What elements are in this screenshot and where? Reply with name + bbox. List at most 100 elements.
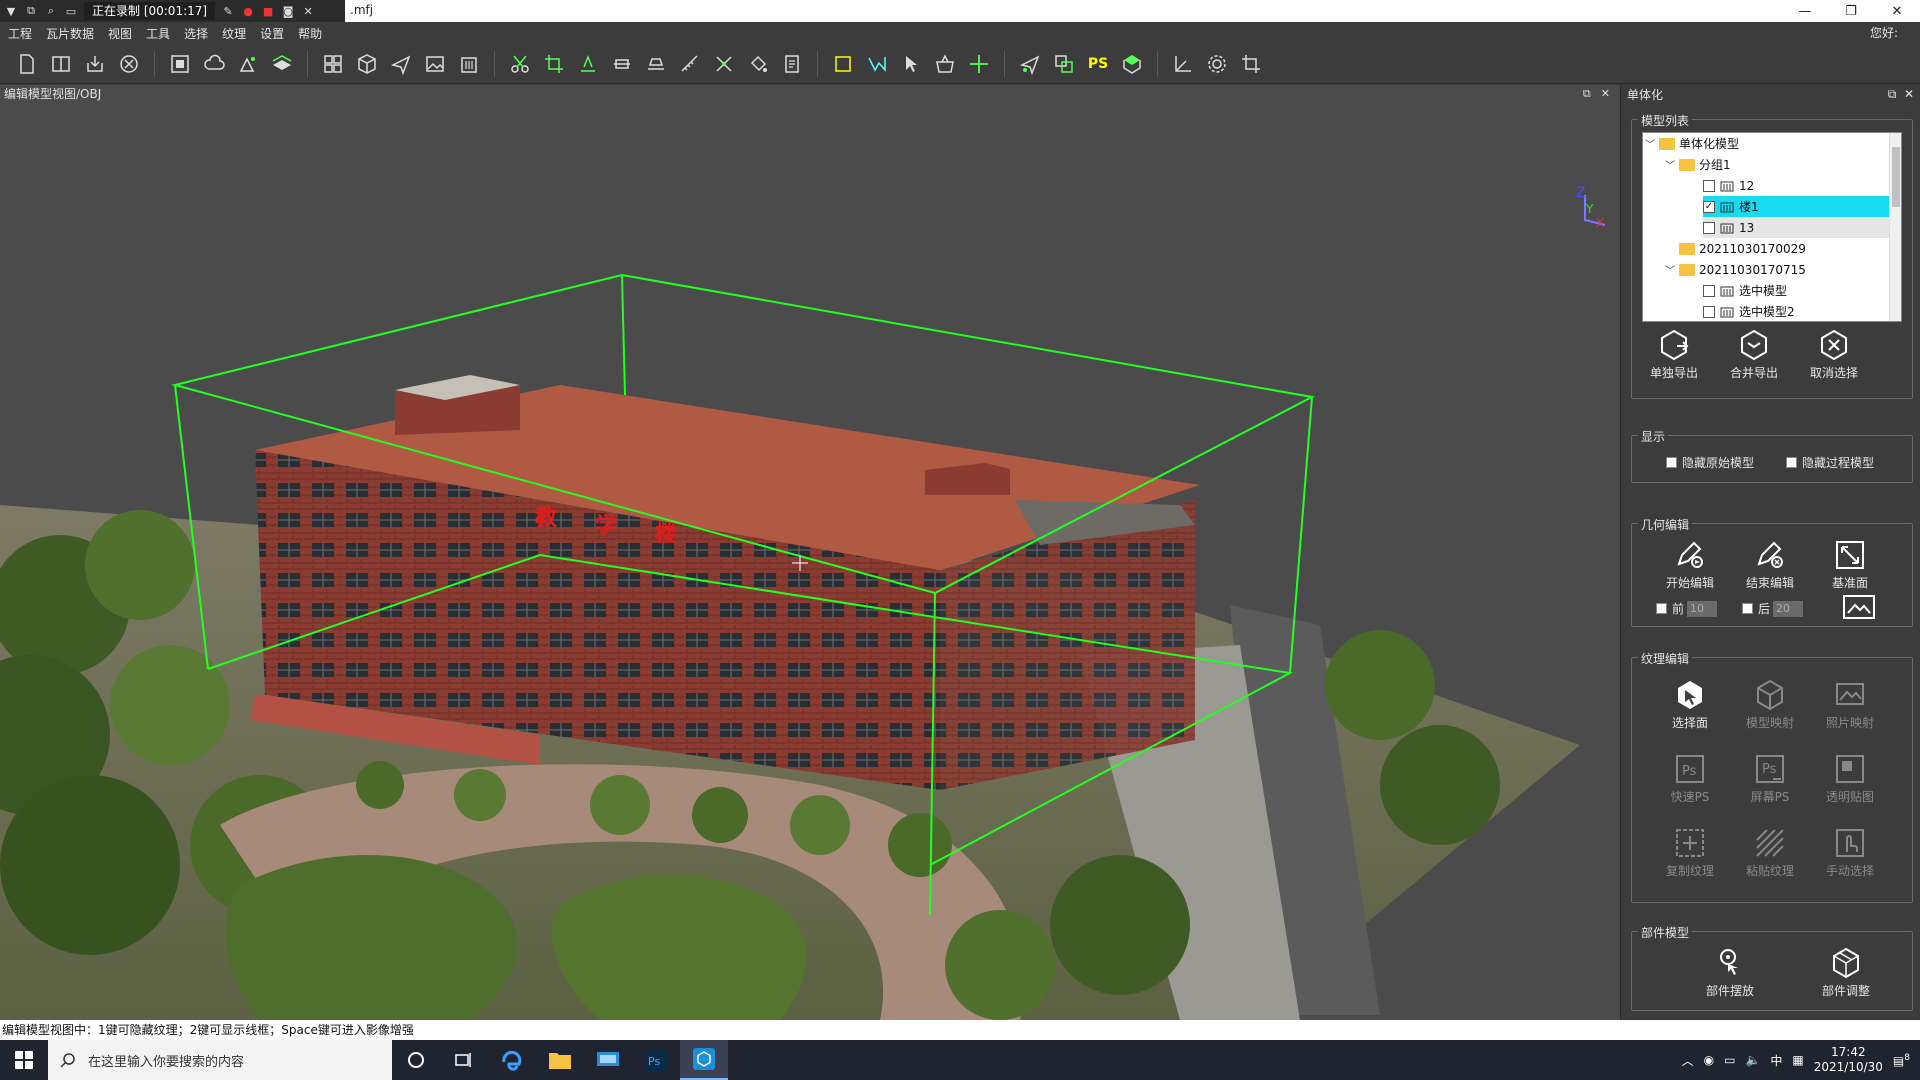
- volume-icon[interactable]: 🔈: [1745, 1053, 1760, 1067]
- front-value-field[interactable]: 10: [1687, 600, 1718, 617]
- cube-icon[interactable]: [352, 49, 382, 79]
- building-icon[interactable]: [454, 49, 484, 79]
- photoshop-app[interactable]: Ps: [632, 1040, 680, 1080]
- model-viewport[interactable]: 教 学 楼 Z Y X 编辑模型视图/OBJ ⧉ ✕: [0, 85, 1620, 1020]
- collapse-icon[interactable]: ﹀: [1645, 136, 1659, 151]
- notification-icon[interactable]: ▤8: [1893, 1053, 1910, 1068]
- menu-project[interactable]: 工程: [8, 25, 32, 42]
- overlap-icon[interactable]: [1049, 49, 1079, 79]
- select-rect-icon[interactable]: [828, 49, 858, 79]
- tree-checkbox[interactable]: [1703, 305, 1715, 318]
- crop-icon[interactable]: [539, 49, 569, 79]
- quick-ps-button[interactable]: Ps 快速PS: [1650, 752, 1730, 805]
- front-offset[interactable]: 前 10: [1656, 600, 1718, 617]
- start-edit-button[interactable]: 开始编辑: [1650, 538, 1730, 591]
- scroll-thumb[interactable]: [1892, 147, 1900, 207]
- checkbox-box[interactable]: [1786, 457, 1797, 468]
- slice-icon[interactable]: [607, 49, 637, 79]
- minimize-button[interactable]: —: [1782, 0, 1828, 22]
- select-poly-icon[interactable]: [862, 49, 892, 79]
- import-icon[interactable]: [80, 49, 110, 79]
- hide-original-model-checkbox[interactable]: 隐藏原始模型: [1666, 454, 1754, 471]
- model-tree[interactable]: ﹀ 单体化模型 ﹀ 分组1 12 ✓ 楼1 13 20211030170029 ﹀ 20…: [1642, 132, 1902, 322]
- menu-settings[interactable]: 设置: [260, 25, 284, 42]
- record-dot-icon[interactable]: ●: [241, 4, 255, 18]
- menu-help[interactable]: 帮助: [298, 25, 322, 42]
- image-enhance-button[interactable]: [1842, 594, 1876, 623]
- tree-node[interactable]: 选中模型2: [1703, 301, 1889, 321]
- paste-texture-button[interactable]: 粘贴纹理: [1730, 826, 1810, 879]
- box-icon[interactable]: [1117, 49, 1147, 79]
- tree-checkbox[interactable]: [1703, 179, 1715, 192]
- task-view-button[interactable]: [440, 1040, 488, 1080]
- hide-process-model-checkbox[interactable]: 隐藏过程模型: [1786, 454, 1874, 471]
- parts-place-button[interactable]: 部件摆放: [1672, 946, 1788, 999]
- edge-app[interactable]: [488, 1040, 536, 1080]
- flatten-icon[interactable]: [641, 49, 671, 79]
- tree-node[interactable]: ﹀ 单体化模型: [1645, 133, 1889, 154]
- scissors-icon[interactable]: [505, 49, 535, 79]
- tree-node[interactable]: 选中模型: [1703, 280, 1889, 301]
- stop-record-icon[interactable]: ■: [261, 4, 275, 18]
- model-mapping-button[interactable]: 模型映射: [1730, 678, 1810, 731]
- document-icon[interactable]: [777, 49, 807, 79]
- app-tray-icon[interactable]: ◉: [1704, 1053, 1714, 1067]
- manual-select-button[interactable]: 手动选择: [1810, 826, 1890, 879]
- split-view-icon[interactable]: [46, 49, 76, 79]
- frame-icon[interactable]: ▭: [64, 4, 78, 18]
- viewport-close-icon[interactable]: ✕: [1601, 87, 1610, 101]
- export-single-button[interactable]: 单独导出: [1634, 328, 1714, 381]
- menu-tile-data[interactable]: 瓦片数据: [46, 25, 94, 42]
- cut-icon[interactable]: [709, 49, 739, 79]
- measure-icon[interactable]: [675, 49, 705, 79]
- grid-icon[interactable]: [318, 49, 348, 79]
- tree-node[interactable]: ﹀ 20211030170715: [1665, 259, 1889, 280]
- move-icon[interactable]: [964, 49, 994, 79]
- menu-view[interactable]: 视图: [108, 25, 132, 42]
- photo-mapping-button[interactable]: 照片映射: [1810, 678, 1890, 731]
- image-icon[interactable]: [420, 49, 450, 79]
- trim-icon[interactable]: [573, 49, 603, 79]
- back-value-field[interactable]: 20: [1773, 600, 1804, 617]
- tree-node[interactable]: ﹀ 分组1: [1665, 154, 1889, 175]
- pen-icon[interactable]: ✎: [221, 4, 235, 18]
- crop2-icon[interactable]: [1236, 49, 1266, 79]
- tree-node[interactable]: 20211030170029: [1679, 238, 1889, 259]
- stop-icon[interactable]: [165, 49, 195, 79]
- screen-ps-button[interactable]: Ps 屏幕PS: [1730, 752, 1810, 805]
- menu-texture[interactable]: 纹理: [222, 25, 246, 42]
- photo-app[interactable]: [584, 1040, 632, 1080]
- 3d-scene[interactable]: 教 学 楼 Z Y X: [0, 85, 1620, 1020]
- ime-indicator[interactable]: 中: [1770, 1052, 1782, 1069]
- cloud-icon[interactable]: [199, 49, 229, 79]
- end-edit-button[interactable]: 结束编辑: [1730, 538, 1810, 591]
- select-pointer-icon[interactable]: [896, 49, 926, 79]
- plane-icon[interactable]: [386, 49, 416, 79]
- tree-checkbox[interactable]: [1703, 221, 1715, 234]
- dropdown-icon[interactable]: ▼: [4, 4, 18, 18]
- settings-icon[interactable]: [1202, 49, 1232, 79]
- base-plane-button[interactable]: 基准面: [1810, 538, 1890, 591]
- window-icon[interactable]: ⧉: [24, 4, 38, 18]
- select-face-button[interactable]: 选择面: [1650, 678, 1730, 731]
- clock[interactable]: 17:42 2021/10/30: [1814, 1045, 1883, 1075]
- chevron-up-icon[interactable]: ︿: [1682, 1052, 1694, 1069]
- tree-scrollbar[interactable]: [1889, 133, 1901, 321]
- keyboard-icon[interactable]: ▦: [1792, 1053, 1803, 1067]
- deselect-button[interactable]: 取消选择: [1794, 328, 1874, 381]
- checkbox-box[interactable]: [1742, 603, 1753, 614]
- checkbox-box[interactable]: [1666, 457, 1677, 468]
- tree-node[interactable]: 13: [1703, 217, 1889, 238]
- file-explorer-app[interactable]: [536, 1040, 584, 1080]
- parts-adjust-button[interactable]: 部件调整: [1788, 946, 1904, 999]
- start-button[interactable]: [0, 1040, 48, 1080]
- collapse-icon[interactable]: ﹀: [1665, 157, 1679, 172]
- restore-button[interactable]: ❐: [1828, 0, 1874, 22]
- tree-node[interactable]: 12: [1703, 175, 1889, 196]
- ps-icon[interactable]: PS: [1083, 49, 1113, 79]
- viewport-float-icon[interactable]: ⧉: [1583, 87, 1591, 101]
- tree-checkbox[interactable]: [1703, 284, 1715, 297]
- tree-node-selected[interactable]: ✓ 楼1: [1703, 196, 1889, 217]
- close-button[interactable]: ✕: [1874, 0, 1920, 22]
- tree-checkbox-checked[interactable]: ✓: [1703, 200, 1715, 213]
